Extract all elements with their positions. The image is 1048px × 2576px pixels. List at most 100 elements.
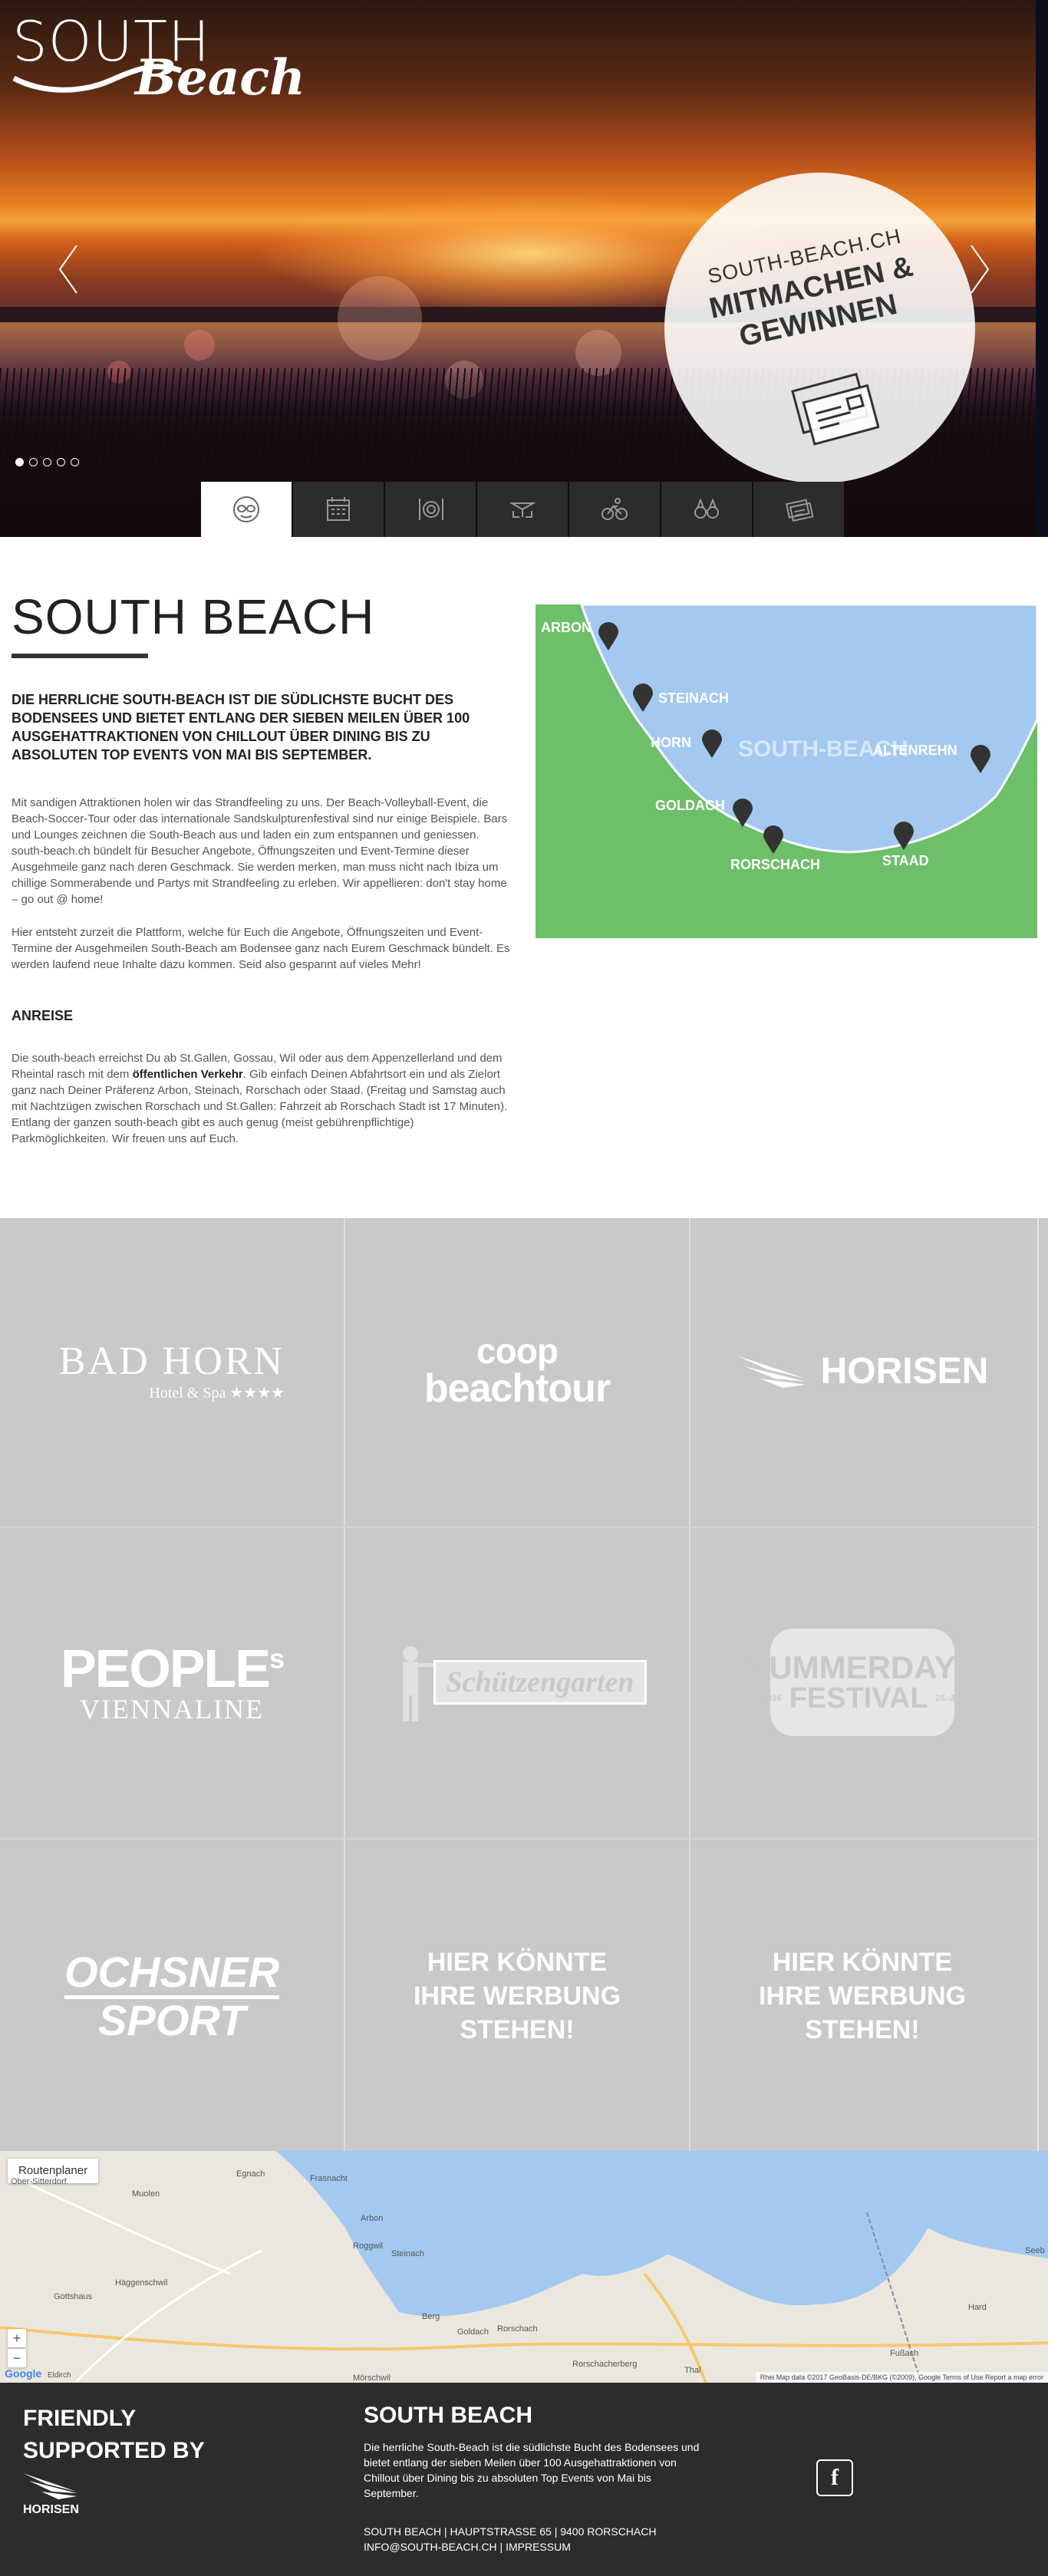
hero-slider: SOUTH Beach SOUTH-BEACH.CH MITMACHEN & G… (0, 0, 1048, 537)
map-place-label: Egnach (236, 2169, 265, 2179)
map-pin-icon[interactable] (731, 798, 754, 828)
map-pin-icon[interactable] (969, 744, 992, 775)
map-place-label: ALTENREHN (873, 743, 957, 758)
map-lake (0, 2151, 1048, 2383)
map-place-label: Roggwil (353, 2242, 384, 2251)
tab-tickets[interactable] (753, 482, 844, 537)
ad-placeholder-text: HIER KÖNNTE IHRE WERBUNG STEHEN! (413, 1948, 621, 2044)
promo-badge[interactable]: SOUTH-BEACH.CH MITMACHEN & GEWINNEN (664, 173, 975, 483)
binoculars-icon (694, 498, 719, 519)
map-place-label: STEINACH (658, 690, 730, 706)
map-place-label: Berg (422, 2312, 440, 2321)
tickets-icon (786, 499, 814, 522)
dining-icon (419, 499, 443, 520)
summerdays-year-left: 2016 (763, 1693, 782, 1703)
anreise-heading: ANREISE (12, 1008, 74, 1023)
slider-dot[interactable] (29, 458, 38, 466)
tab-sightseeing[interactable] (661, 482, 752, 537)
festival-logo: FESTIVAL (789, 1682, 928, 1715)
site-logo[interactable]: SOUTH Beach (12, 9, 305, 109)
tab-dining[interactable] (385, 482, 476, 537)
sponsor-bad-horn[interactable]: BAD HORN Hotel & Spa ★★★★ (0, 1218, 344, 1524)
schuetzengarten-logo: Schützengarten (433, 1660, 648, 1705)
map-place-label: HORN (651, 735, 691, 750)
map-attribution[interactable]: Rhei Map data ©2017 GeoBasis-DE/BKG (©20… (755, 2372, 1048, 2383)
platform-paragraph: Hier entsteht zurzeit die Plattform, wel… (12, 926, 510, 971)
map-pin-icon[interactable] (762, 825, 785, 855)
map-place-label: RORSCHACH (730, 857, 820, 872)
map-place-label: Goldach (457, 2327, 489, 2337)
title-underline (12, 654, 148, 658)
chevron-left-icon (58, 245, 77, 294)
grid-divider (0, 1838, 1039, 1840)
map-place-label: Hard (968, 2303, 987, 2312)
sport-logo: SPORT (98, 1995, 246, 2044)
slider-dot[interactable] (71, 458, 79, 466)
slider-dot[interactable] (57, 458, 65, 466)
footer-contact-links[interactable]: INFO@SOUTH-BEACH.CH | IMPRESSUM (364, 2539, 701, 2555)
sponsor-peoples[interactable]: PEOPLEs VIENNALINE (0, 1530, 344, 1835)
bad-horn-sub: Hotel & Spa ★★★★ (149, 1384, 285, 1402)
ochsner-logo: OCHSNER (64, 1950, 280, 1999)
map-place-label: Fußach (890, 2349, 919, 2358)
logo-word-beach: Beach (135, 49, 305, 107)
map-place-label: Rorschacherberg (572, 2360, 638, 2369)
zoom-out-button[interactable]: − (8, 2349, 26, 2367)
footer-horisen-logo[interactable]: HORISEN (23, 2469, 92, 2522)
slider-dots (15, 458, 79, 466)
footer-about-text: Die herrliche South-Beach ist die südlic… (364, 2441, 700, 2499)
peoples-sup: s (269, 1642, 285, 1675)
peoples-logo: PEOPLE (61, 1639, 271, 1698)
main-content: SOUTH BEACH DIE HERRLICHE SOUTH-BEACH IS… (0, 537, 1048, 1218)
map-place-label: Mörschwil (353, 2373, 391, 2383)
beachtour-logo: beachtour (423, 1366, 611, 1411)
cycling-icon (601, 498, 628, 520)
horisen-wing-icon (736, 1356, 806, 1388)
intro-section: SOUTH BEACH DIE HERRLICHE SOUTH-BEACH IS… (12, 588, 512, 1164)
slider-dot[interactable] (15, 458, 24, 466)
ad-placeholder[interactable]: HIER KÖNNTE IHRE WERBUNG STEHEN! (345, 1841, 689, 2151)
anreise-paragraph: Die south-beach erreichst Du ab St.Galle… (12, 1050, 512, 1147)
public-transport-link[interactable]: öffentlichen Verkehr (133, 1068, 243, 1081)
map-pin-icon[interactable] (892, 821, 915, 852)
south-beach-map: SOUTH-BEACH ARBON STEINACH HORN GOLDACH RORS… (536, 604, 1037, 938)
map-place-label: Steinach (391, 2249, 424, 2258)
marksman-icon (402, 1646, 433, 1721)
tab-sports[interactable] (569, 482, 660, 537)
map-place-label: GOLDACH (655, 798, 725, 813)
tickets-icon (791, 372, 879, 446)
map-pin-icon[interactable] (631, 683, 654, 713)
horisen-wing-icon (23, 2473, 77, 2499)
map-place-label: Häggenschwil (115, 2278, 168, 2288)
tab-chillout[interactable] (201, 482, 292, 537)
map-pin-icon[interactable] (700, 729, 723, 759)
zoom-in-button[interactable]: + (8, 2329, 26, 2347)
sponsor-horisen[interactable]: HORISEN (690, 1218, 1034, 1524)
facebook-button[interactable]: f (816, 2459, 853, 2496)
footer-address: SOUTH BEACH | HAUPTSTRASSE 65 | 9400 ROR… (364, 2525, 657, 2538)
sponsor-schuetzengarten[interactable]: Schützengarten (345, 1530, 689, 1835)
category-tabs (201, 482, 844, 537)
map-place-label: ARBON (541, 620, 592, 635)
sponsor-ochsner[interactable]: OCHSNER SPORT (0, 1841, 344, 2151)
lounge-icon (509, 502, 536, 518)
coop-logo: coop (476, 1331, 559, 1371)
horisen-logo: HORISEN (820, 1350, 989, 1392)
ad-placeholder[interactable]: HIER KÖNNTE IHRE WERBUNG STEHEN! (690, 1841, 1034, 2151)
tab-events[interactable] (293, 482, 384, 537)
map-keyboard-shortcuts[interactable]: Eldirch (48, 2371, 71, 2380)
footer-supporters: FRIENDLY SUPPORTED BY (23, 2403, 238, 2467)
lead-text: DIE HERRLICHE SOUTH-BEACH IST DIE SÜDLIC… (12, 692, 470, 763)
slider-prev-arrow[interactable] (54, 242, 84, 296)
page-title: SOUTH BEACH (12, 589, 375, 644)
ad-placeholder-text: HIER KÖNNTE IHRE WERBUNG STEHEN! (758, 1948, 967, 2044)
tab-lounge[interactable] (477, 482, 568, 537)
map-place-label: Thal (684, 2366, 701, 2375)
map-place-label: Seeb (1025, 2246, 1045, 2255)
sponsor-coop-beachtour[interactable]: coop beachtour (345, 1218, 689, 1524)
grid-divider (0, 1527, 1039, 1528)
google-map[interactable]: Routenplaner + − Ober-Sitterdorf Muolen Eg… (0, 2151, 1048, 2383)
map-pin-icon[interactable] (597, 621, 620, 652)
slider-dot[interactable] (43, 458, 51, 466)
sponsor-summerdays[interactable]: SUMMERDAYS 2016 FESTIVAL 26.-27. (690, 1530, 1034, 1835)
